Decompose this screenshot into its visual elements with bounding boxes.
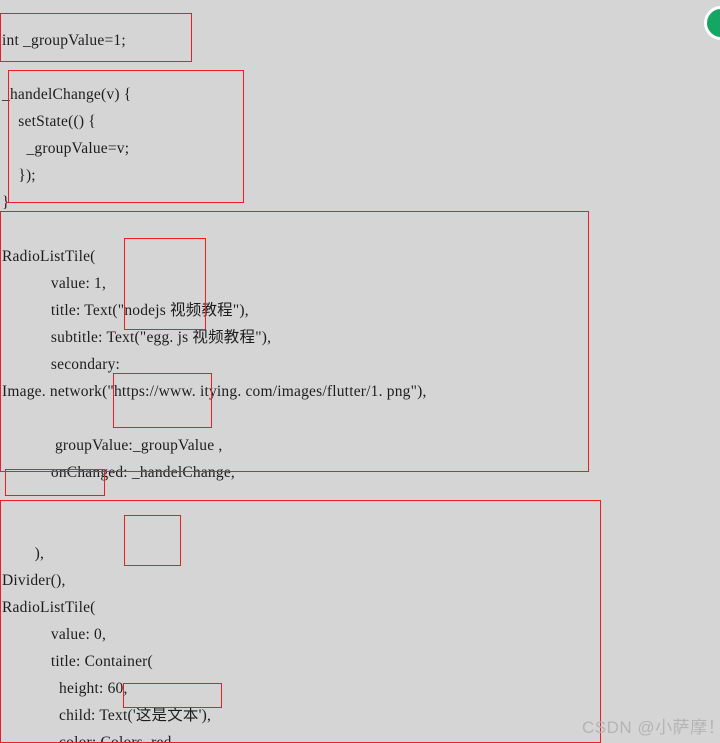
csdn-watermark: CSDN @小萨摩！ [582, 718, 720, 737]
code-line: groupValue:_groupValue , [2, 437, 223, 454]
code-line: }); [2, 167, 36, 184]
code-line: _groupValue=v; [2, 140, 130, 157]
code-line: int _groupValue=1; [2, 32, 126, 49]
code-line: ), [2, 545, 45, 562]
code-line: RadioListTile( [2, 599, 96, 616]
code-line: Image. network("https://www. itying. com… [2, 383, 427, 400]
code-line: value: 0, [2, 626, 107, 643]
code-line: secondary: [2, 356, 121, 373]
code-line: Divider(), [2, 572, 66, 589]
code-line: } [2, 194, 10, 211]
code-line: _handelChange(v) { [2, 86, 132, 103]
code-line: subtitle: Text("egg. js 视频教程"), [2, 329, 272, 346]
code-line: onChanged: _handelChange, [2, 464, 235, 481]
code-line: setState(() { [2, 113, 96, 130]
code-line: value: 1, [2, 275, 107, 292]
code-line: title: Text("nodejs 视频教程"), [2, 302, 249, 319]
code-block: int _groupValue=1; _handelChange(v) { set… [0, 0, 720, 743]
code-screenshot: int _groupValue=1; _handelChange(v) { set… [0, 0, 720, 743]
code-line: RadioListTile( [2, 248, 96, 265]
code-line: title: Container( [2, 653, 153, 670]
code-line: height: 60, [2, 680, 128, 697]
